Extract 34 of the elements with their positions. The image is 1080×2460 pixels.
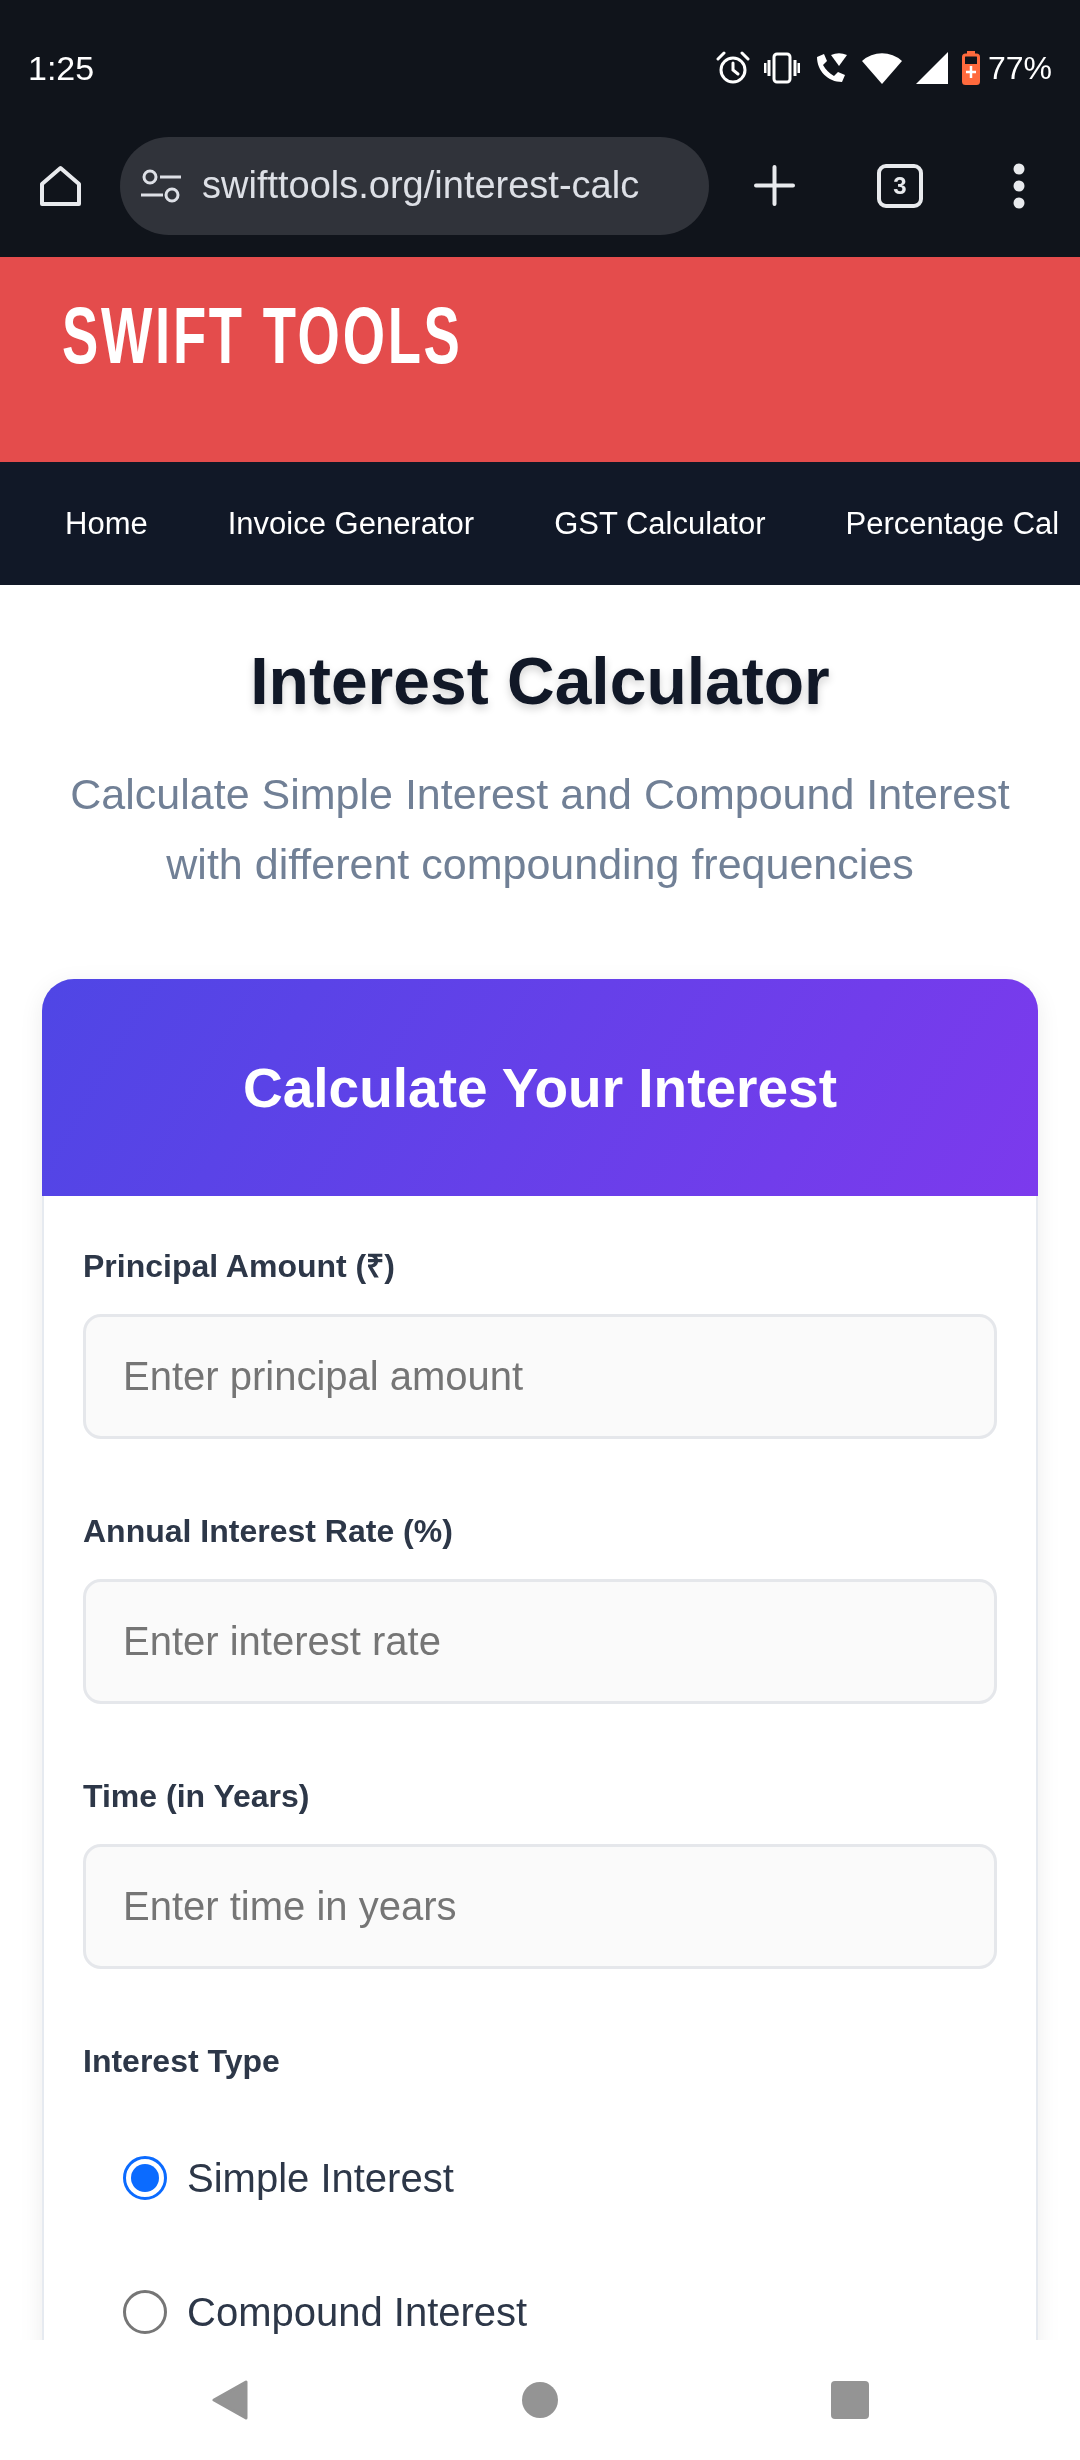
radio-button[interactable] [123, 2156, 167, 2200]
alarm-clock-icon [715, 51, 750, 85]
site-logo[interactable]: SWIFT TOOLS [62, 296, 463, 376]
radio-label[interactable]: Simple Interest [187, 2154, 454, 2202]
nav-link[interactable]: Home [65, 505, 148, 542]
clock-time: 1:25 [28, 51, 95, 85]
home-icon[interactable] [38, 164, 83, 207]
radio-button[interactable] [123, 2290, 167, 2334]
field-label: Time (in Years) [83, 1777, 310, 1816]
back-icon[interactable] [212, 2380, 248, 2420]
more-icon[interactable] [1013, 162, 1025, 209]
nav-link[interactable]: GST Calculator [554, 505, 766, 542]
nav-link[interactable]: Invoice Generator [227, 505, 475, 542]
vibrate-icon [763, 52, 800, 84]
sliders-icon[interactable] [141, 167, 181, 204]
card-title: Calculate Your Interest [243, 1055, 837, 1121]
input-field[interactable]: Enter interest rate [83, 1579, 997, 1704]
input-field[interactable]: Enter principal amount [83, 1314, 997, 1439]
page-title: Interest Calculator [250, 643, 830, 720]
wifi-icon [861, 52, 902, 84]
nav-link[interactable]: Percentage Cal [845, 505, 1060, 542]
plus-icon[interactable] [754, 165, 795, 206]
field-label: Interest Type [83, 2042, 280, 2081]
tab-switcher-button[interactable]: 3 [877, 163, 923, 208]
signal-icon [915, 52, 948, 84]
input-field[interactable]: Enter time in years [83, 1844, 997, 1969]
battery-percent: 77% [987, 52, 1052, 84]
battery-icon [961, 51, 980, 85]
page-subtitle: Calculate Simple Interest and Compound Interest with different compounding frequencies [69, 769, 1011, 890]
url-text[interactable]: swifttools.org/interest-calc [202, 162, 640, 209]
radio-label[interactable]: Compound Interest [187, 2288, 528, 2336]
address-bar[interactable]: swifttools.org/interest-calc [120, 136, 709, 235]
field-label: Annual Interest Rate (%) [83, 1512, 453, 1551]
field-label: Principal Amount (₹) [83, 1247, 395, 1286]
